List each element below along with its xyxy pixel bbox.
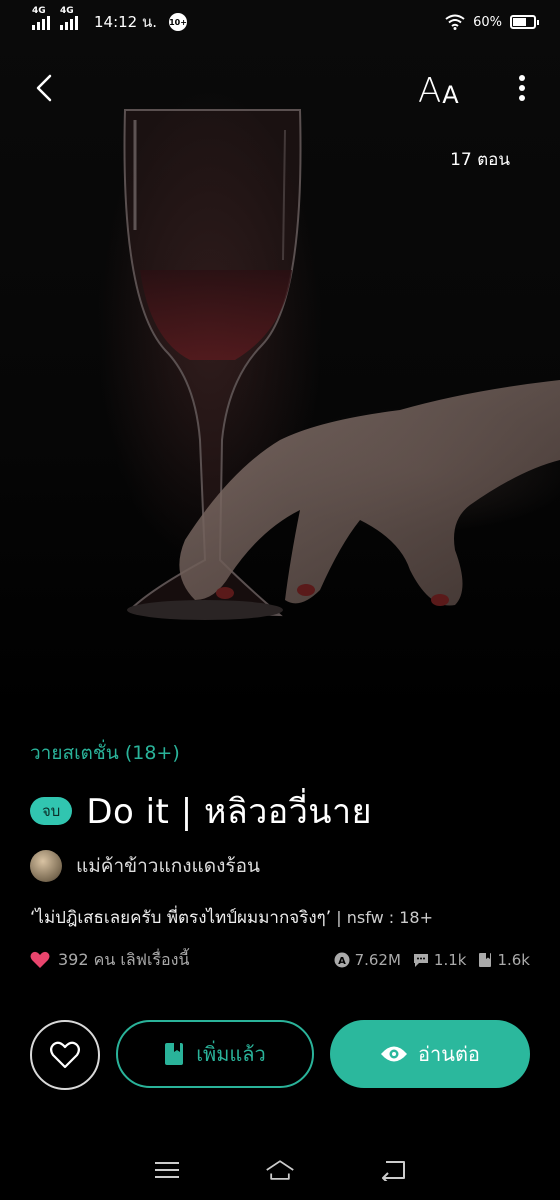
battery-percent: 60%	[473, 14, 502, 30]
heart-icon	[30, 951, 50, 968]
views-stat: A 7.62M	[334, 951, 401, 969]
system-navigation-bar	[0, 1140, 560, 1200]
menu-icon	[154, 1162, 179, 1178]
views-icon: A	[334, 952, 350, 968]
saves-count: 1.6k	[497, 951, 530, 969]
tagline-text: ‘ไม่ปฎิเสธเลยครับ พี่ตรงไทป์ผมมากจริงๆ’	[30, 908, 332, 928]
home-nav-button[interactable]	[265, 1155, 295, 1185]
author-name[interactable]: แม่ค้าข้าวแกงแดงร้อน	[76, 851, 260, 881]
network-type-label: 4G	[32, 6, 46, 16]
completed-badge: จบ	[30, 797, 73, 825]
story-title: Do it | หลิวอวี่นาย	[86, 792, 373, 832]
font-icon-big: A	[418, 71, 442, 111]
battery-icon	[510, 15, 539, 29]
menu-nav-button[interactable]	[152, 1155, 182, 1185]
stats-row: 392 คน เลิฟเรื่องนี้ A 7.62M 1.1k 1.6k	[30, 946, 530, 974]
author-avatar[interactable]	[30, 850, 62, 882]
home-icon	[266, 1160, 294, 1180]
font-icon-small: A	[442, 81, 459, 109]
back-nav-button[interactable]	[378, 1155, 408, 1185]
svg-text:A: A	[338, 956, 346, 967]
book-icon	[479, 953, 492, 967]
views-count: 7.62M	[354, 951, 401, 969]
wifi-icon	[445, 14, 465, 30]
episode-count: 17 ตอน	[450, 150, 510, 170]
back-arrow-icon[interactable]	[28, 70, 64, 106]
status-time: 14:12 น.	[94, 13, 158, 31]
back-nav-icon	[382, 1161, 406, 1181]
saves-stat: 1.6k	[478, 951, 530, 969]
added-button-label: เพิ่มแล้ว	[196, 1042, 266, 1066]
author-row[interactable]: แม่ค้าข้าวแกงแดงร้อน	[30, 850, 260, 882]
likes-text: 392 คน เลิฟเรื่องนี้	[58, 949, 190, 969]
comment-icon	[413, 954, 428, 967]
network-type-label-2: 4G	[60, 6, 74, 16]
bookmark-book-icon	[165, 1043, 184, 1065]
genre-label[interactable]: วายสเตชั่น (18+)	[30, 738, 180, 768]
more-options-icon[interactable]	[510, 70, 534, 106]
tagline-meta: | nsfw : 18+	[331, 908, 433, 927]
status-bar: 4G 4G 14:12 น. 10+ 60%	[0, 0, 560, 44]
read-button-label: อ่านต่อ	[418, 1042, 480, 1066]
font-size-button[interactable]: A A	[418, 68, 459, 108]
eye-icon	[381, 1046, 408, 1062]
comments-count: 1.1k	[433, 951, 467, 969]
like-button[interactable]	[30, 1020, 100, 1090]
top-navigation: A A	[0, 60, 560, 116]
added-to-library-button[interactable]: เพิ่มแล้ว	[116, 1020, 314, 1088]
signal-icon: 4G	[32, 6, 50, 30]
signal-icon-2: 4G	[60, 6, 78, 30]
continue-reading-button[interactable]: อ่านต่อ	[330, 1020, 530, 1088]
title-row: จบ Do it | หลิวอวี่นาย	[30, 784, 372, 838]
heart-outline-icon	[50, 1041, 80, 1069]
comments-stat: 1.1k	[413, 951, 467, 969]
story-tagline: ‘ไม่ปฎิเสธเลยครับ พี่ตรงไทป์ผมมากจริงๆ’ …	[30, 904, 433, 931]
notification-badge: 10+	[169, 13, 188, 31]
